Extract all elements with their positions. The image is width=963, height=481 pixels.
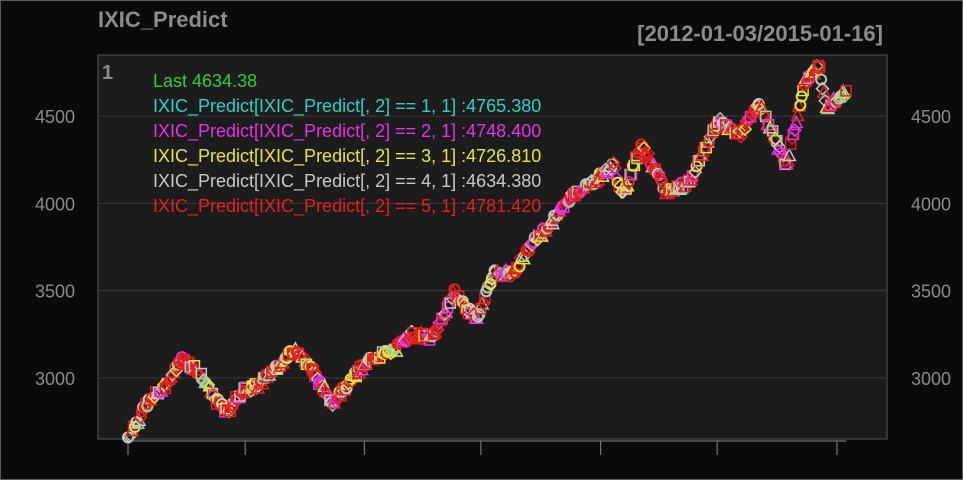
chart-title: IXIC_Predict: [98, 7, 228, 32]
legend-entry: IXIC_Predict[IXIC_Predict[, 2] == 5, 1] …: [153, 196, 541, 217]
date-range-label: [2012-01-03/2015-01-16]: [637, 21, 883, 46]
legend-entry: IXIC_Predict[IXIC_Predict[, 2] == 1, 1] …: [153, 96, 541, 117]
chart-window: IXIC_Predict [2012-01-03/2015-01-16] 300…: [0, 0, 963, 480]
legend-entry: Last 4634.38: [153, 71, 257, 91]
y-tick-label-left: 4500: [35, 107, 75, 127]
y-tick-label-right: 4000: [911, 194, 951, 214]
legend-entry: IXIC_Predict[IXIC_Predict[, 2] == 2, 1] …: [153, 121, 541, 142]
chart-canvas: IXIC_Predict [2012-01-03/2015-01-16] 300…: [35, 7, 951, 455]
y-tick-label-left: 3000: [35, 369, 75, 389]
x-axis-ticks: [127, 440, 846, 455]
y-tick-label-right: 3500: [911, 282, 951, 302]
y-tick-label-left: 4000: [35, 194, 75, 214]
legend-entry: IXIC_Predict[IXIC_Predict[, 2] == 4, 1] …: [153, 171, 541, 192]
panel-number: 1: [102, 62, 113, 84]
legend-entry: IXIC_Predict[IXIC_Predict[, 2] == 3, 1] …: [153, 146, 541, 167]
y-tick-label-right: 4500: [911, 107, 951, 127]
y-tick-label-right: 3000: [911, 369, 951, 389]
y-tick-label-left: 3500: [35, 282, 75, 302]
